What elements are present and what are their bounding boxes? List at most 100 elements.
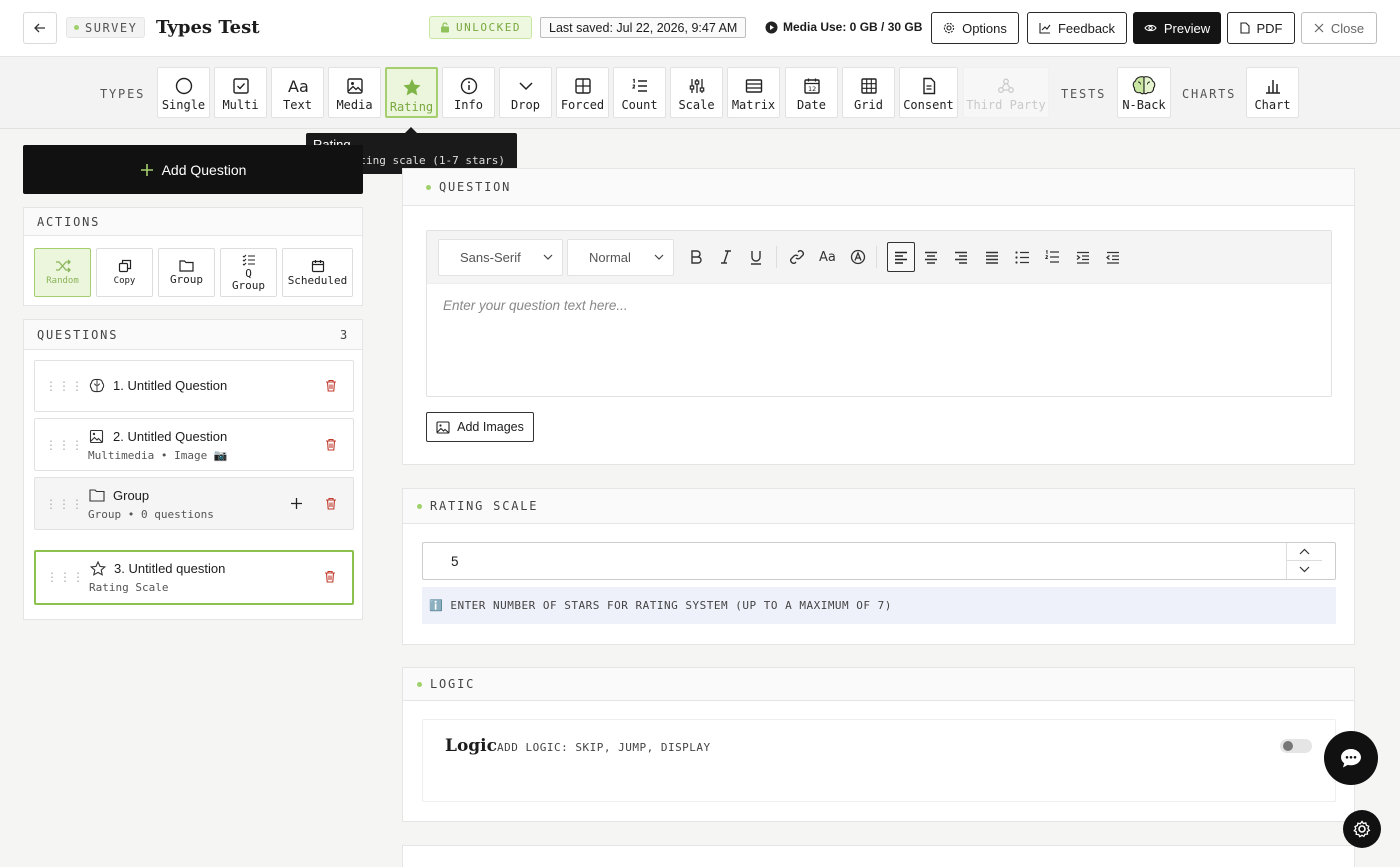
drag-handle-icon[interactable]: ⋮⋮⋮ bbox=[45, 438, 84, 452]
type-third-party-button[interactable]: Third Party bbox=[963, 67, 1049, 118]
questions-count: 3 bbox=[339, 327, 349, 342]
pdf-button[interactable]: PDF bbox=[1227, 12, 1295, 44]
add-question-button[interactable]: Add Question bbox=[23, 145, 363, 194]
type-drop-button[interactable]: Drop bbox=[499, 67, 552, 118]
feedback-button[interactable]: Feedback bbox=[1027, 12, 1127, 44]
type-count-button[interactable]: Count bbox=[613, 67, 666, 118]
svg-text:Aa: Aa bbox=[288, 77, 309, 95]
add-to-group-icon[interactable] bbox=[290, 497, 303, 510]
outdent-icon[interactable] bbox=[1106, 251, 1120, 264]
stars-number-input[interactable]: 5 bbox=[422, 542, 1336, 580]
type-consent-label: Consent bbox=[903, 98, 954, 112]
question-title: 1. Untitled Question bbox=[113, 378, 228, 393]
font-family-select[interactable]: Sans-Serif bbox=[438, 239, 563, 276]
test-n-back-button[interactable]: N-Back bbox=[1117, 67, 1171, 118]
type-count-label: Count bbox=[621, 98, 658, 112]
section-dot-icon bbox=[417, 503, 422, 509]
chat-button[interactable] bbox=[1324, 731, 1378, 785]
drag-handle-icon[interactable]: ⋮⋮⋮ bbox=[45, 497, 84, 511]
question-item-3[interactable]: ⋮⋮⋮ 3. Untitled question Rating Scale bbox=[34, 550, 354, 605]
align-justify-icon[interactable] bbox=[985, 251, 999, 264]
type-forced-button[interactable]: Forced bbox=[556, 67, 609, 118]
questions-header: QUESTIONS 3 bbox=[24, 320, 362, 350]
question-title: 3. Untitled question bbox=[114, 561, 226, 576]
font-case-icon[interactable]: Aa bbox=[819, 248, 837, 264]
indent-icon[interactable] bbox=[1076, 251, 1090, 264]
trash-icon[interactable] bbox=[325, 379, 337, 392]
trash-icon[interactable] bbox=[324, 570, 336, 583]
trash-icon[interactable] bbox=[325, 438, 337, 451]
question-group-item[interactable]: ⋮⋮⋮ Group Group • 0 questions bbox=[34, 477, 354, 530]
webhook-icon bbox=[997, 77, 1015, 95]
question-section-title: QUESTION bbox=[439, 180, 512, 194]
action-group-button[interactable]: Group bbox=[158, 248, 215, 297]
underline-icon[interactable] bbox=[749, 249, 763, 265]
type-grid-label: Grid bbox=[854, 98, 883, 112]
document-icon bbox=[920, 77, 938, 95]
increment-icon[interactable] bbox=[1299, 548, 1310, 555]
calendar-icon bbox=[311, 259, 325, 273]
question-item-1[interactable]: ⋮⋮⋮ 1. Untitled Question bbox=[34, 360, 354, 412]
action-scheduled-button[interactable]: Scheduled bbox=[282, 248, 353, 297]
question-item-2[interactable]: ⋮⋮⋮ 2. Untitled Question Multimedia • Im… bbox=[34, 418, 354, 471]
text-color-icon[interactable] bbox=[850, 249, 866, 265]
table-icon bbox=[745, 77, 763, 95]
type-rating-button[interactable]: Rating bbox=[385, 67, 438, 118]
type-date-button[interactable]: 12 Date bbox=[785, 67, 838, 118]
chart-button[interactable]: Chart bbox=[1246, 67, 1299, 118]
trash-icon[interactable] bbox=[325, 497, 337, 510]
action-q-group-button[interactable]: Q Group bbox=[220, 248, 277, 297]
add-question-label: Add Question bbox=[161, 161, 247, 178]
decrement-icon[interactable] bbox=[1299, 566, 1310, 573]
drag-handle-icon[interactable]: ⋮⋮⋮ bbox=[45, 379, 84, 393]
type-info-button[interactable]: Info bbox=[442, 67, 495, 118]
editor-toolbar: Sans-Serif Normal Aa bbox=[427, 231, 1331, 284]
bold-icon[interactable] bbox=[689, 249, 703, 265]
svg-text:12: 12 bbox=[808, 85, 816, 93]
unlocked-badge: UNLOCKED bbox=[429, 16, 532, 39]
top-header: SURVEY Types Test UNLOCKED Last saved: J… bbox=[0, 0, 1400, 57]
link-icon[interactable] bbox=[789, 249, 805, 265]
type-rating-label: Rating bbox=[389, 100, 434, 114]
action-random-button[interactable]: Random bbox=[34, 248, 91, 297]
type-info-label: Info bbox=[454, 98, 483, 112]
image-icon bbox=[346, 77, 364, 95]
toggle-knob bbox=[1283, 741, 1293, 751]
options-button[interactable]: Options bbox=[931, 12, 1019, 44]
align-center-icon[interactable] bbox=[924, 251, 938, 264]
question-card-header: QUESTION bbox=[403, 169, 1354, 206]
number-spinner bbox=[1286, 543, 1322, 579]
type-scale-button[interactable]: Scale bbox=[670, 67, 723, 118]
type-media-button[interactable]: Media bbox=[328, 67, 381, 118]
settings-button[interactable] bbox=[1343, 810, 1381, 848]
drag-handle-icon[interactable]: ⋮⋮⋮ bbox=[46, 570, 85, 584]
question-title: 2. Untitled Question bbox=[113, 429, 228, 444]
status-dot-icon bbox=[74, 25, 79, 30]
spinner-divider bbox=[1287, 560, 1322, 561]
type-scale-label: Scale bbox=[678, 98, 715, 112]
align-left-icon[interactable] bbox=[887, 242, 915, 272]
question-title: Group bbox=[113, 488, 150, 503]
bullet-list-icon[interactable] bbox=[1015, 251, 1029, 264]
play-circle-icon bbox=[765, 21, 778, 34]
question-text-input[interactable]: Enter your question text here... bbox=[443, 298, 628, 313]
type-text-button[interactable]: Aa Text bbox=[271, 67, 324, 118]
ordered-list-icon[interactable] bbox=[1045, 250, 1059, 264]
chevron-down-icon bbox=[654, 254, 664, 261]
type-grid-button[interactable]: Grid bbox=[842, 67, 895, 118]
italic-icon[interactable] bbox=[719, 249, 733, 265]
preview-button[interactable]: Preview bbox=[1133, 12, 1221, 44]
logic-toggle[interactable] bbox=[1280, 739, 1312, 753]
add-images-button[interactable]: Add Images bbox=[426, 412, 534, 442]
bar-chart-icon bbox=[1264, 77, 1282, 95]
font-size-select[interactable]: Normal bbox=[567, 239, 674, 276]
logic-section-title: LOGIC bbox=[430, 677, 476, 691]
type-matrix-button[interactable]: Matrix bbox=[727, 67, 780, 118]
type-single-button[interactable]: Single bbox=[157, 67, 210, 118]
align-right-icon[interactable] bbox=[954, 251, 968, 264]
back-button[interactable] bbox=[23, 12, 57, 44]
type-consent-button[interactable]: Consent bbox=[899, 67, 958, 118]
action-copy-button[interactable]: Copy bbox=[96, 248, 153, 297]
close-button[interactable]: Close bbox=[1301, 12, 1377, 44]
type-multi-button[interactable]: Multi bbox=[214, 67, 267, 118]
